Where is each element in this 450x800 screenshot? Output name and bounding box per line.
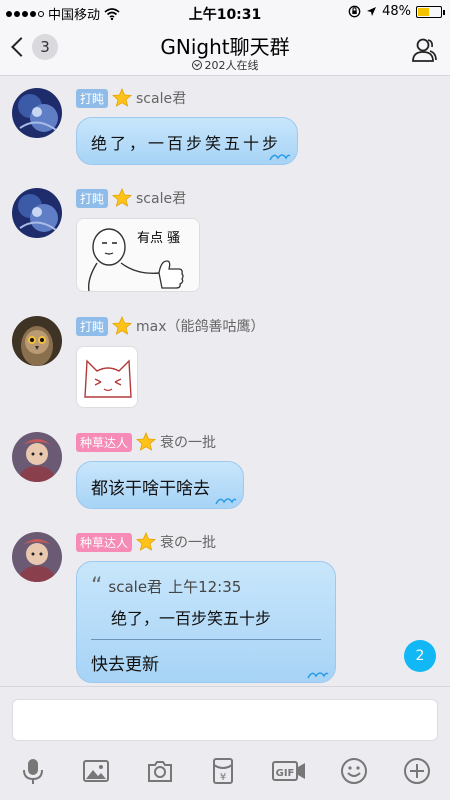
- member-title-tag: 打盹: [76, 188, 109, 208]
- reply-message-bubble[interactable]: “ scale君 上午12:35 绝了，一百步笑五十步 快去更新: [76, 561, 336, 683]
- member-title-tag: 种草达人: [76, 432, 133, 452]
- quoted-time: 上午12:35: [168, 578, 242, 596]
- svg-text:¥: ¥: [220, 772, 226, 783]
- message-item: 打盹 scale君 有点 骚: [0, 184, 450, 296]
- location-icon: [367, 7, 377, 16]
- input-toolbar: ¥ GIF: [0, 751, 450, 791]
- sticker-caption: 有点 骚: [137, 231, 181, 246]
- sender-name: 衰の一批: [160, 435, 217, 451]
- gif-icon[interactable]: GIF: [272, 757, 306, 785]
- sender-meta: 种草达人 衰の一批: [76, 432, 216, 452]
- reply-text: 快去更新: [91, 655, 159, 675]
- battery-icon: [416, 5, 445, 18]
- quoted-text: 绝了，一百步笑五十步: [111, 609, 272, 628]
- sticker-image[interactable]: [76, 346, 138, 408]
- avatar[interactable]: [12, 532, 62, 582]
- avatar[interactable]: [12, 432, 62, 482]
- avatar[interactable]: [12, 316, 62, 366]
- online-check-icon: [191, 60, 202, 70]
- new-messages-badge[interactable]: 2: [404, 640, 436, 672]
- quoted-message-header: “ scale君 上午12:35: [91, 573, 321, 599]
- status-bar: 中国移动 上午10:31 48%: [0, 0, 450, 24]
- star-level-icon: [112, 188, 133, 207]
- input-area: ¥ GIF: [0, 686, 450, 800]
- member-title-tag: 种草达人: [76, 532, 133, 552]
- star-level-icon: [112, 88, 133, 107]
- message-bubble[interactable]: 都该干啥干啥去: [76, 461, 244, 509]
- avatar[interactable]: [12, 188, 62, 238]
- red-packet-icon[interactable]: ¥: [209, 757, 237, 785]
- sender-meta: 打盹 max（能鸽善咕鹰）: [76, 316, 265, 336]
- emoji-icon[interactable]: [340, 757, 368, 785]
- wave-decoration-icon: [307, 672, 329, 679]
- camera-icon[interactable]: [146, 757, 174, 785]
- message-item: 打盹 scale君 绝了，一百步笑五十步: [0, 84, 450, 172]
- battery-percent: 48%: [382, 4, 411, 19]
- sender-meta: 种草达人 衰の一批: [76, 532, 216, 552]
- wave-decoration-icon: [215, 498, 237, 505]
- group-members-icon[interactable]: [410, 36, 438, 64]
- cat-face-sticker-icon: [77, 347, 137, 407]
- message-input[interactable]: [12, 699, 438, 741]
- member-title-tag: 打盹: [76, 316, 109, 336]
- quote-mark-icon: “: [91, 573, 103, 599]
- sender-name: 衰の一批: [160, 535, 217, 551]
- online-status: 202人在线: [0, 57, 450, 73]
- online-count: 202人在线: [204, 59, 259, 72]
- sender-meta: 打盹 scale君: [76, 88, 186, 108]
- message-bubble[interactable]: 绝了，一百步笑五十步: [76, 117, 298, 165]
- sender-name: scale君: [136, 191, 187, 207]
- message-item: 种草达人 衰の一批 “ scale君 上午12:35 绝了，一百步笑五十步 快去…: [0, 528, 450, 688]
- message-item: 打盹 max（能鸽善咕鹰）: [0, 312, 450, 416]
- message-text: 都该干啥干啥去: [91, 479, 210, 499]
- sender-meta: 打盹 scale君: [76, 188, 186, 208]
- wave-decoration-icon: [269, 154, 291, 161]
- status-right: 48%: [348, 4, 445, 19]
- member-title-tag: 打盹: [76, 88, 109, 108]
- star-level-icon: [136, 432, 157, 451]
- sender-name: max（能鸽善咕鹰）: [136, 319, 265, 335]
- svg-text:GIF: GIF: [276, 768, 295, 779]
- rotation-lock-icon: [348, 5, 361, 18]
- star-level-icon: [136, 532, 157, 551]
- message-item: 种草达人 衰の一批 都该干啥干啥去: [0, 428, 450, 516]
- image-icon[interactable]: [82, 757, 110, 785]
- message-text: 绝了，一百步笑五十步: [91, 134, 282, 153]
- chat-title: GNight聊天群: [160, 35, 290, 59]
- nav-bar: 3 GNight聊天群 202人在线: [0, 24, 450, 76]
- avatar[interactable]: [12, 88, 62, 138]
- quote-divider: [91, 639, 321, 640]
- quoted-author: scale君: [108, 578, 163, 596]
- sticker-image[interactable]: 有点 骚: [76, 218, 200, 292]
- star-level-icon: [112, 316, 133, 335]
- microphone-icon[interactable]: [19, 757, 47, 785]
- sender-name: scale君: [136, 91, 187, 107]
- plus-icon[interactable]: [403, 757, 431, 785]
